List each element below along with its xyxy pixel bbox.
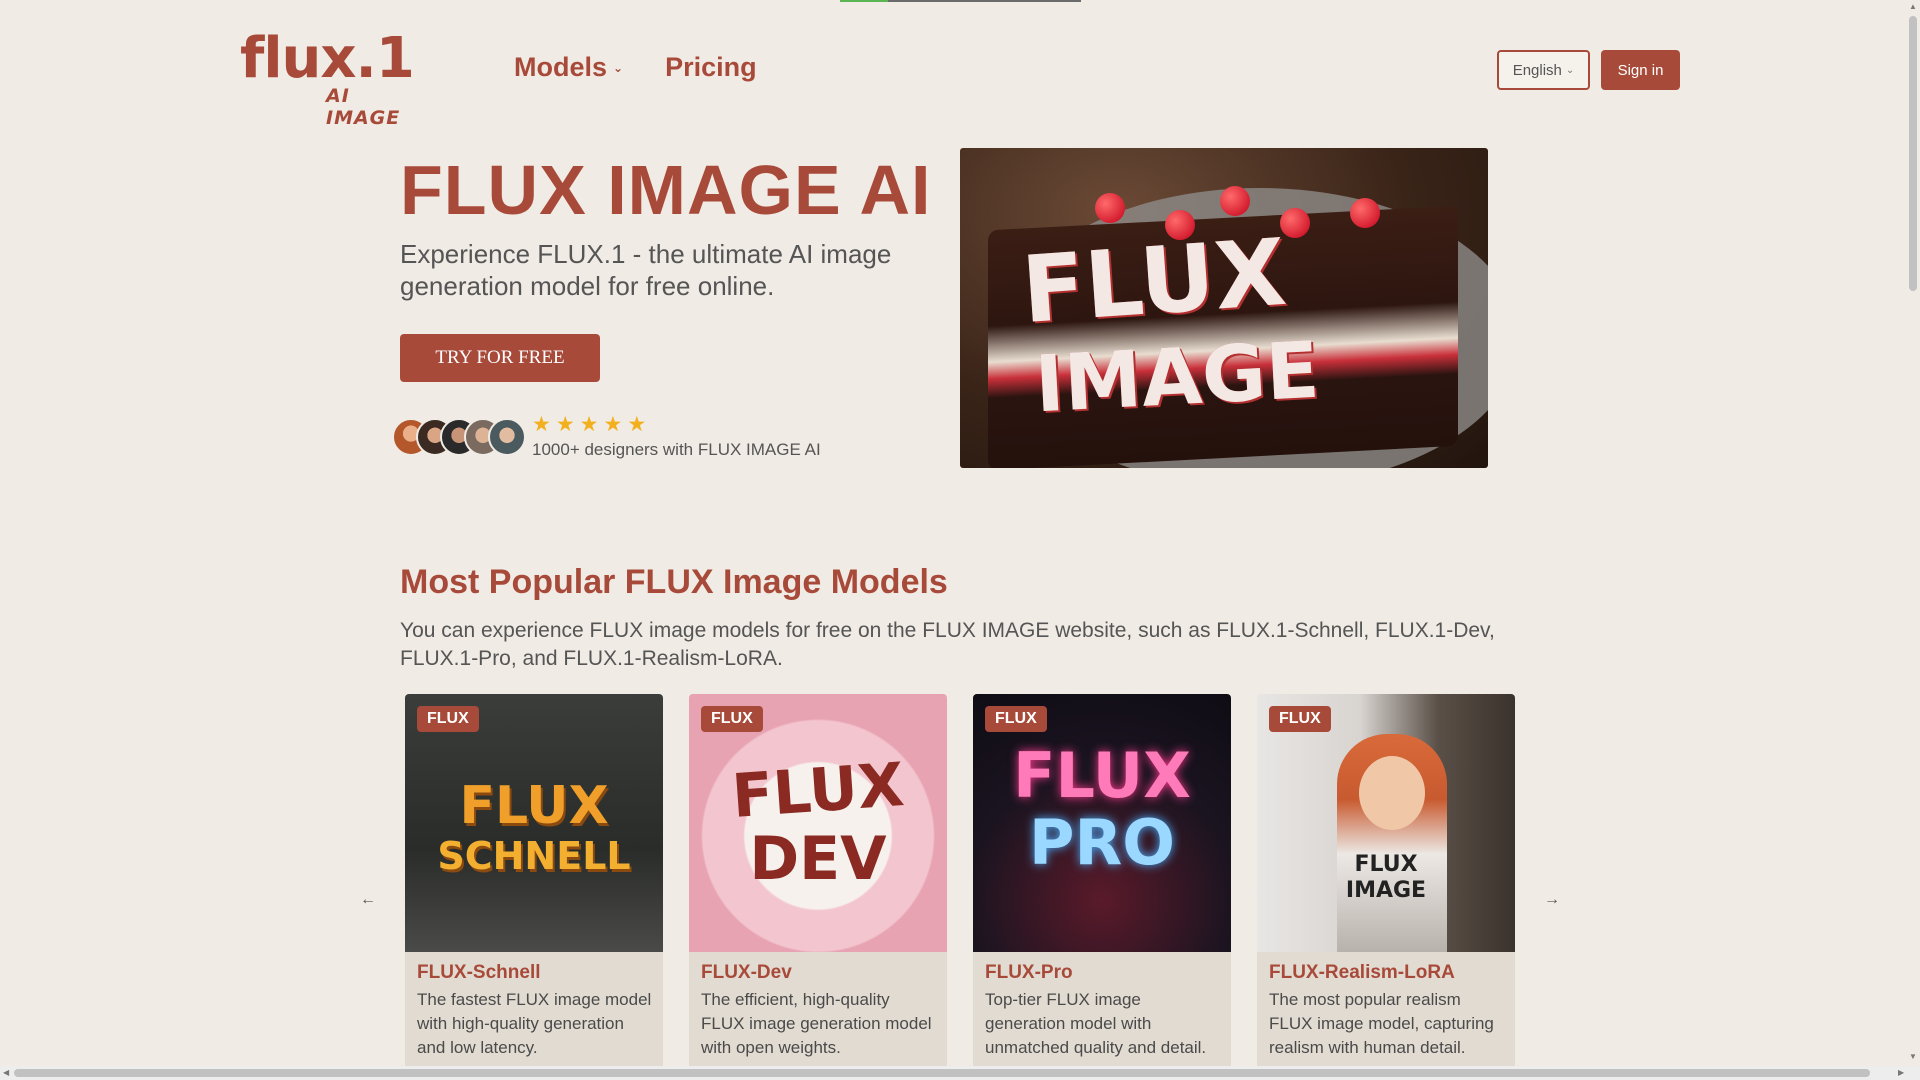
social-proof-text: 1000+ designers with FLUX IMAGE AI bbox=[532, 440, 821, 459]
model-card-dev[interactable]: FLUX DEV FLUX FLUX-Dev The efficient, hi… bbox=[689, 694, 947, 1070]
nav-item-label: Models bbox=[514, 52, 608, 82]
model-card-description: The efficient, high-quality FLUX image g… bbox=[701, 990, 932, 1057]
model-badge: FLUX bbox=[701, 706, 763, 732]
hero-image-text-bottom: IMAGE bbox=[1032, 325, 1322, 431]
hero-image: FLUX IMAGE bbox=[960, 148, 1488, 468]
nav-item-label: Pricing bbox=[665, 52, 757, 82]
star-icon: ★ bbox=[603, 413, 623, 436]
nav-item-models[interactable]: Models ⌄ bbox=[514, 52, 623, 83]
language-select[interactable]: English ⌄ bbox=[1497, 50, 1590, 90]
model-card-title: FLUX-Realism-LoRA bbox=[1269, 962, 1455, 983]
model-card-pro[interactable]: FLUX PRO FLUX FLUX-Pro Top-tier FLUX ima… bbox=[973, 694, 1231, 1070]
model-card-image: FLUX DEV FLUX bbox=[689, 694, 947, 952]
star-icon: ★ bbox=[532, 413, 551, 436]
model-card-image: FLUX PRO FLUX bbox=[973, 694, 1231, 952]
star-icon: ★ bbox=[555, 413, 575, 436]
chevron-down-icon: ⌄ bbox=[613, 60, 624, 75]
model-card-image-text: FLUX bbox=[459, 776, 609, 836]
model-badge: FLUX bbox=[417, 706, 479, 732]
horizontal-scrollbar[interactable]: ◀ ▶ bbox=[0, 1066, 1920, 1080]
section-title: Most Popular FLUX Image Models bbox=[400, 563, 948, 601]
vertical-scrollbar[interactable]: ▲ ▼ bbox=[1906, 0, 1920, 1066]
model-card-image-text: DEV bbox=[749, 824, 887, 894]
model-card-title: FLUX-Pro bbox=[985, 962, 1073, 983]
model-card-description: The fastest FLUX image model with high-q… bbox=[417, 990, 652, 1057]
arrow-right-icon[interactable]: → bbox=[1544, 891, 1560, 909]
scroll-up-icon[interactable]: ▲ bbox=[1909, 2, 1917, 11]
model-card-image-text: FLUX bbox=[1354, 852, 1418, 877]
model-badge: FLUX bbox=[985, 706, 1047, 732]
page-load-progress bbox=[840, 0, 1081, 2]
model-card-description: Top-tier FLUX image generation model wit… bbox=[985, 990, 1207, 1057]
avatar-group bbox=[392, 418, 532, 458]
model-card-description: The most popular realism FLUX image mode… bbox=[1269, 990, 1494, 1057]
scroll-left-icon[interactable]: ◀ bbox=[3, 1068, 9, 1077]
model-card-realism-lora[interactable]: FLUX IMAGE FLUX FLUX-Realism-LoRA The mo… bbox=[1257, 694, 1515, 1070]
model-card-image: FLUX SCHNELL FLUX bbox=[405, 694, 663, 952]
model-card-image-text: PRO bbox=[1029, 806, 1175, 879]
hero-title: FLUX IMAGE AI bbox=[400, 151, 932, 229]
site-logo[interactable]: flux.1 AI IMAGE bbox=[240, 26, 420, 130]
avatar bbox=[488, 418, 526, 456]
sign-in-button[interactable]: Sign in bbox=[1601, 50, 1680, 90]
arrow-left-icon[interactable]: ← bbox=[360, 891, 376, 909]
model-card-image-text: IMAGE bbox=[1345, 878, 1427, 903]
try-for-free-button[interactable]: TRY FOR FREE bbox=[400, 334, 600, 382]
model-badge: FLUX bbox=[1269, 706, 1331, 732]
model-card-title: FLUX-Schnell bbox=[417, 962, 541, 983]
logo-sub-text: AI IMAGE bbox=[326, 85, 401, 129]
hero-image-text-top: FLUX bbox=[1018, 218, 1290, 345]
model-card-image: FLUX IMAGE FLUX bbox=[1257, 694, 1515, 952]
model-card-image-text: SCHNELL bbox=[437, 834, 631, 878]
star-icon: ★ bbox=[579, 413, 599, 436]
rating-stars: ★ ★ ★ ★ ★ bbox=[532, 414, 646, 436]
section-description: You can experience FLUX image models for… bbox=[400, 619, 1495, 670]
model-card-image-text: FLUX bbox=[729, 750, 907, 832]
star-icon: ★ bbox=[627, 413, 647, 436]
hero-subtitle: Experience FLUX.1 - the ultimate AI imag… bbox=[400, 239, 892, 301]
model-card-image-text: FLUX bbox=[1013, 739, 1191, 812]
main-nav: Models ⌄ Pricing bbox=[514, 52, 757, 83]
scroll-right-icon[interactable]: ▶ bbox=[1898, 1068, 1904, 1077]
model-card-schnell[interactable]: FLUX SCHNELL FLUX FLUX-Schnell The faste… bbox=[405, 694, 663, 1070]
logo-main-text: flux.1 bbox=[240, 26, 415, 91]
scroll-down-icon[interactable]: ▼ bbox=[1909, 1052, 1917, 1061]
language-label: English bbox=[1512, 61, 1562, 79]
model-card-title: FLUX-Dev bbox=[701, 962, 792, 983]
model-carousel: FLUX SCHNELL FLUX FLUX-Schnell The faste… bbox=[405, 694, 1515, 1070]
nav-item-pricing[interactable]: Pricing bbox=[665, 52, 757, 83]
chevron-down-icon: ⌄ bbox=[1565, 64, 1575, 76]
